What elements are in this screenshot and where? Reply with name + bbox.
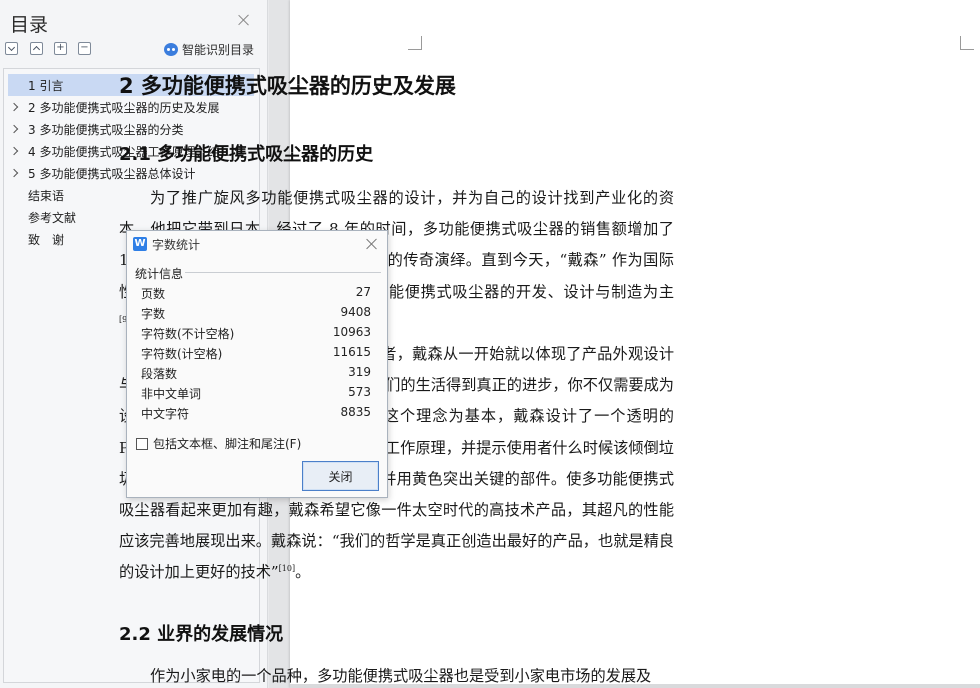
- toc-item-label: 2 多功能便携式吸尘器的历史及发展: [28, 100, 220, 115]
- stat-value: 8835: [340, 405, 371, 419]
- smart-recognition-icon: [164, 42, 178, 56]
- close-icon[interactable]: [236, 12, 252, 28]
- toc-item-label: 致 谢: [28, 232, 65, 247]
- stat-label: 字数: [141, 307, 166, 321]
- expand-level-button[interactable]: +: [54, 42, 67, 55]
- stat-label: 非中文单词: [141, 387, 202, 401]
- collapse-level-button[interactable]: −: [78, 42, 91, 55]
- stat-label: 页数: [141, 287, 166, 301]
- stat-row: 段落数 319: [141, 363, 371, 383]
- toc-indent: [8, 74, 22, 96]
- collapse-all-icon[interactable]: [5, 42, 18, 55]
- stat-value: 573: [348, 385, 371, 399]
- citation-ref[interactable]: [10]: [279, 564, 295, 573]
- stat-label: 段落数: [141, 367, 178, 381]
- stat-value: 319: [348, 365, 371, 379]
- dialog-title: 字数统计: [152, 238, 201, 252]
- expand-all-icon[interactable]: [30, 42, 43, 55]
- paragraph-end: 。: [295, 563, 311, 582]
- stat-row: 字数 9408: [141, 303, 371, 323]
- toc-indent: [8, 184, 22, 206]
- chevron-right-icon[interactable]: [8, 140, 22, 162]
- toc-indent: [8, 206, 22, 228]
- margin-corner-mark: [960, 36, 974, 50]
- stat-label: 中文字符: [141, 407, 190, 421]
- toc-item-label: 结束语: [28, 188, 65, 203]
- chevron-right-icon[interactable]: [8, 96, 22, 118]
- chevron-right-icon[interactable]: [8, 118, 22, 140]
- stats-group-label: 统计信息: [135, 267, 184, 281]
- toc-item-label: 5 多功能便携式吸尘器总体设计: [28, 166, 196, 181]
- close-icon[interactable]: [365, 237, 379, 251]
- stat-value: 10963: [332, 325, 371, 339]
- stat-row: 字符数(不计空格) 10963: [141, 323, 371, 343]
- include-footnotes-checkbox[interactable]: [136, 437, 148, 450]
- margin-corner-mark: [408, 36, 422, 50]
- stat-row: 非中文单词 573: [141, 383, 371, 403]
- toc-item-label: 参考文献: [28, 210, 77, 225]
- stat-value: 11615: [332, 345, 371, 359]
- dialog-titlebar[interactable]: W 字数统计: [127, 231, 387, 257]
- section-heading: 2.1 多功能便携式吸尘器的历史: [119, 144, 374, 165]
- toc-item[interactable]: 3 多功能便携式吸尘器的分类: [8, 118, 254, 140]
- chevron-right-icon[interactable]: [8, 162, 22, 184]
- toc-indent: [8, 228, 22, 250]
- group-divider: [185, 272, 381, 273]
- horizontal-scrollbar[interactable]: [290, 684, 980, 688]
- wps-writer-icon: W: [133, 237, 147, 251]
- stat-value: 27: [355, 285, 371, 299]
- include-footnotes-label: 包括文本框、脚注和尾注(F): [153, 437, 302, 451]
- toc-item-label: 3 多功能便携式吸尘器的分类: [28, 122, 184, 137]
- smart-toc-button[interactable]: 智能识别目录: [164, 41, 254, 57]
- stat-value: 9408: [340, 305, 371, 319]
- stat-label: 字符数(计空格): [141, 347, 223, 361]
- stat-row: 页数 27: [141, 283, 371, 303]
- close-button[interactable]: 关闭: [302, 461, 379, 491]
- toc-item-label: 1 引言: [28, 78, 64, 93]
- smart-toc-label: 智能识别目录: [182, 42, 255, 57]
- include-footnotes-option[interactable]: 包括文本框、脚注和尾注(F): [136, 435, 301, 452]
- stat-label: 字符数(不计空格): [141, 327, 235, 341]
- chapter-heading: 2 多功能便携式吸尘器的历史及发展: [119, 74, 456, 98]
- word-count-dialog: W 字数统计 统计信息 页数 27 字数 9408 字符数(不计空格) 10963 字符数(…: [126, 230, 388, 498]
- toc-title: 目录: [10, 14, 49, 36]
- stat-row: 字符数(计空格) 11615: [141, 343, 371, 363]
- paragraph-text: 作为小家电的一个品种，多功能便携式吸尘器也是受到小家电市场的发展及: [150, 667, 652, 685]
- stat-row: 中文字符 8835: [141, 403, 371, 423]
- section-heading: 2.2 业界的发展情况: [119, 624, 284, 645]
